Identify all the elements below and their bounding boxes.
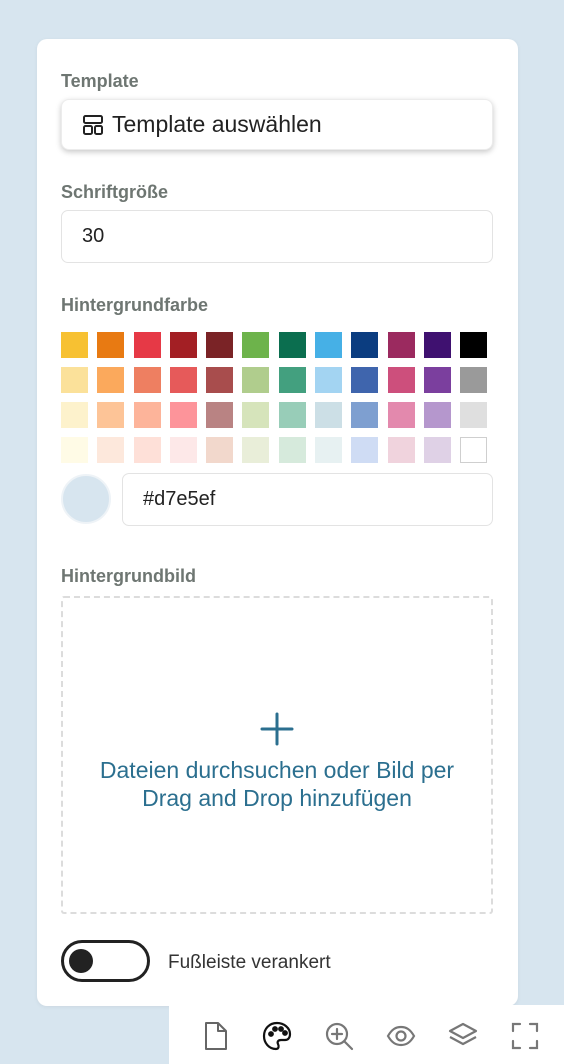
template-icon [82,114,104,136]
font-size-label: Schriftgröße [61,182,169,202]
color-swatch[interactable] [97,332,125,358]
color-swatch[interactable] [351,437,379,463]
color-swatch[interactable] [387,332,415,358]
color-swatch[interactable] [423,332,451,358]
image-dropzone[interactable]: Dateien durchsuchen oder Bild per Drag a… [61,596,493,914]
swatch-row [61,437,493,463]
color-swatch[interactable] [460,367,488,393]
font-size-input[interactable]: 30 [61,210,493,263]
color-swatch[interactable] [169,332,197,358]
font-size-value: 30 [82,225,105,247]
background-image-label: Hintergrundbild [61,566,196,586]
color-swatch[interactable] [169,367,197,393]
color-swatch[interactable] [423,437,451,463]
plus-icon [260,712,294,746]
layers-icon[interactable] [448,1021,478,1051]
color-swatch[interactable] [351,332,379,358]
color-swatch[interactable] [387,367,415,393]
color-swatch[interactable] [278,367,306,393]
settings-panel: Template Template auswählen Schriftgröße… [37,39,518,1006]
palette-icon[interactable] [262,1021,292,1051]
color-swatch[interactable] [169,437,197,463]
color-swatch[interactable] [242,332,270,358]
color-swatch[interactable] [387,402,415,428]
color-swatch[interactable] [133,437,161,463]
color-swatch[interactable] [61,402,88,428]
template-label: Template [61,71,139,91]
color-swatch[interactable] [206,367,234,393]
color-swatch[interactable] [242,437,270,463]
background-color-label: Hintergrundfarbe [61,295,209,315]
swatch-row [61,332,493,358]
template-select-label: Template auswählen [112,111,322,137]
color-swatch[interactable] [97,367,125,393]
color-swatch[interactable] [206,437,234,463]
color-swatch[interactable] [97,402,125,428]
eye-icon[interactable] [386,1021,416,1051]
zoom-in-icon[interactable] [324,1021,354,1051]
fullscreen-icon[interactable] [510,1021,540,1051]
color-swatch[interactable] [242,402,270,428]
color-swatch[interactable] [169,402,197,428]
color-swatch[interactable] [206,402,234,428]
color-swatch[interactable] [460,402,488,428]
color-swatch[interactable] [278,402,306,428]
color-swatch-grid [61,332,493,472]
hex-color-value: #d7e5ef [143,488,216,510]
hex-color-input[interactable]: #d7e5ef [122,473,493,526]
color-swatch[interactable] [61,437,88,463]
color-swatch[interactable] [133,367,161,393]
color-swatch[interactable] [423,402,451,428]
color-swatch[interactable] [460,437,488,463]
color-swatch[interactable] [387,437,415,463]
color-swatch[interactable] [315,332,343,358]
bottom-toolbar [169,1005,564,1064]
color-swatch[interactable] [460,332,488,358]
color-swatch[interactable] [242,367,270,393]
swatch-row [61,367,493,393]
color-swatch[interactable] [133,402,161,428]
template-select-button[interactable]: Template auswählen [61,99,493,150]
color-swatch[interactable] [133,332,161,358]
color-swatch[interactable] [315,402,343,428]
color-swatch[interactable] [315,367,343,393]
toggle-knob [69,949,93,973]
footer-anchor-toggle[interactable] [61,940,150,982]
color-preview [61,474,111,524]
color-swatch[interactable] [423,367,451,393]
color-swatch[interactable] [351,402,379,428]
dropzone-text: Dateien durchsuchen oder Bild per Drag a… [99,757,455,811]
color-swatch[interactable] [61,367,88,393]
color-swatch[interactable] [351,367,379,393]
color-swatch[interactable] [97,437,125,463]
color-swatch[interactable] [278,437,306,463]
footer-anchor-label: Fußleiste verankert [168,952,331,973]
color-swatch[interactable] [315,437,343,463]
swatch-row [61,402,493,428]
color-swatch[interactable] [61,332,88,358]
color-swatch[interactable] [206,332,234,358]
page-icon[interactable] [201,1021,231,1051]
color-swatch[interactable] [278,332,306,358]
